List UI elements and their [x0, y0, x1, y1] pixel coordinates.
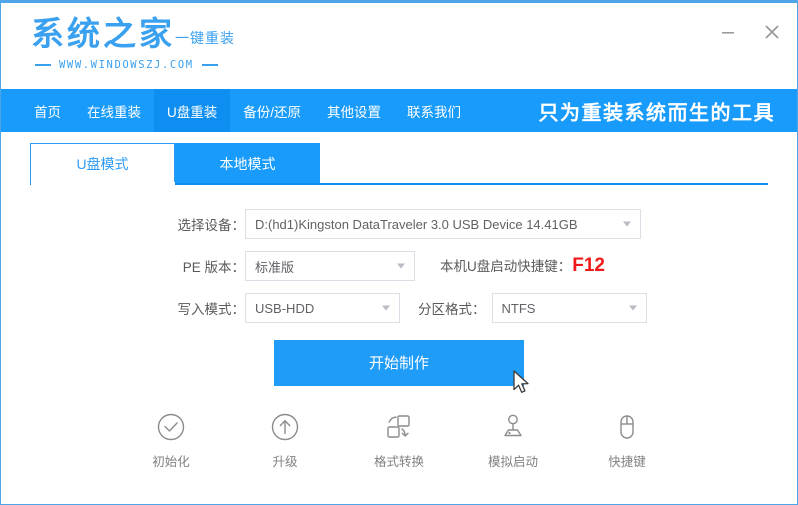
nav-item-backup-restore[interactable]: 备份/还原: [230, 89, 314, 132]
tool-initialize[interactable]: 初始化: [140, 410, 202, 470]
logo-url-text: WWW.WINDOWSZJ.COM: [59, 59, 194, 71]
write-mode-select[interactable]: USB-HDD: [245, 293, 400, 323]
device-label: 选择设备：: [168, 214, 245, 234]
logo-rule-left: [35, 64, 51, 66]
nav-item-online-reinstall[interactable]: 在线重装: [74, 89, 154, 132]
arrow-up-circle-icon: [270, 410, 300, 444]
close-button[interactable]: [759, 19, 785, 45]
main-navigation: 首页 在线重装 U盘重装 备份/还原 其他设置 联系我们 只为重装系统而生的工具: [1, 89, 797, 132]
form-row-write-mode: 写入模式： USB-HDD 分区格式： NTFS: [1, 293, 797, 323]
partition-format-select-value: NTFS: [502, 301, 536, 316]
chevron-down-icon: [382, 306, 390, 311]
tool-simulate-boot[interactable]: 模拟启动: [482, 410, 544, 470]
pe-version-select[interactable]: 标准版: [245, 251, 415, 281]
tools-toolbar: 初始化 升级: [1, 410, 797, 470]
write-mode-label: 写入模式：: [168, 298, 245, 318]
nav-item-contact-us[interactable]: 联系我们: [394, 89, 474, 132]
boot-hotkey-value: F12: [572, 255, 605, 277]
pe-version-select-value: 标准版: [255, 257, 294, 276]
tool-format-convert-label: 格式转换: [374, 451, 424, 470]
mouse-icon: [612, 410, 642, 444]
close-icon: [764, 24, 780, 40]
tool-hotkeys[interactable]: 快捷键: [596, 410, 658, 470]
partition-format-select[interactable]: NTFS: [492, 293, 647, 323]
device-select[interactable]: D:(hd1)Kingston DataTraveler 3.0 USB Dev…: [245, 209, 641, 239]
minimize-button[interactable]: [715, 19, 741, 45]
app-logo: 系统之家一键重装 WWW.WINDOWSZJ.COM: [31, 17, 331, 79]
form-row-device: 选择设备： D:(hd1)Kingston DataTraveler 3.0 U…: [1, 209, 797, 239]
logo-url-row: WWW.WINDOWSZJ.COM: [31, 59, 331, 71]
device-select-value: D:(hd1)Kingston DataTraveler 3.0 USB Dev…: [255, 217, 578, 232]
mode-tabs: U盘模式 本地模式: [1, 143, 797, 187]
tool-initialize-label: 初始化: [152, 451, 190, 470]
format-convert-icon: [383, 410, 415, 444]
joystick-icon: [498, 410, 528, 444]
write-mode-select-value: USB-HDD: [255, 301, 314, 316]
minimize-icon: [721, 25, 735, 39]
boot-hotkey-label: 本机U盘启动快捷键：: [440, 255, 571, 275]
chevron-down-icon: [623, 222, 631, 227]
primary-action-area: 开始制作: [1, 340, 797, 386]
tool-format-convert[interactable]: 格式转换: [368, 410, 430, 470]
tool-upgrade-label: 升级: [272, 451, 297, 470]
partition-format-label: 分区格式：: [418, 298, 486, 318]
usb-settings-form: 选择设备： D:(hd1)Kingston DataTraveler 3.0 U…: [1, 187, 797, 470]
nav-slogan: 只为重装系统而生的工具: [539, 96, 776, 125]
tool-upgrade[interactable]: 升级: [254, 410, 316, 470]
pe-version-label: PE 版本：: [168, 256, 245, 276]
tool-hotkeys-label: 快捷键: [608, 451, 646, 470]
nav-item-list: 首页 在线重装 U盘重装 备份/还原 其他设置 联系我们: [1, 89, 474, 132]
app-window: 系统之家一键重装 WWW.WINDOWSZJ.COM 首页: [0, 0, 798, 505]
check-circle-icon: [156, 410, 186, 444]
logo-sub-text: 一键重装: [175, 28, 235, 50]
logo-rule-right: [202, 64, 218, 66]
start-make-button[interactable]: 开始制作: [274, 340, 524, 386]
logo-main-text: 系统之家: [31, 17, 175, 50]
form-row-pe-version: PE 版本： 标准版 本机U盘启动快捷键： F12: [1, 251, 797, 281]
window-controls: [715, 19, 785, 45]
tab-usb-mode[interactable]: U盘模式: [30, 143, 175, 183]
title-bar: 系统之家一键重装 WWW.WINDOWSZJ.COM: [1, 3, 797, 89]
tool-simulate-boot-label: 模拟启动: [488, 451, 538, 470]
nav-item-home[interactable]: 首页: [21, 89, 74, 132]
chevron-down-icon: [629, 306, 637, 311]
nav-item-usb-reinstall[interactable]: U盘重装: [154, 89, 230, 132]
nav-item-other-settings[interactable]: 其他设置: [314, 89, 394, 132]
chevron-down-icon: [397, 264, 405, 269]
tab-underline-mask: [31, 182, 175, 185]
tab-local-mode[interactable]: 本地模式: [175, 143, 320, 183]
boot-hotkey-info: 本机U盘启动快捷键： F12: [440, 255, 605, 277]
